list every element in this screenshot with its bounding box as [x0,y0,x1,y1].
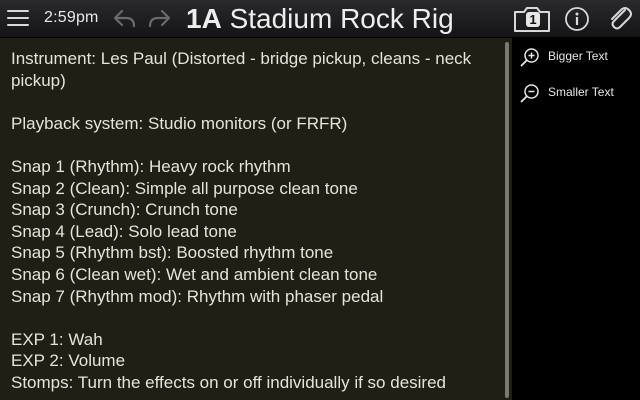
notes-line: Snap 7 (Rhythm mod): Rhythm with phaser … [11,286,384,306]
info-button[interactable] [564,6,590,32]
notes-line [11,307,501,329]
hamburger-menu-icon-bar [7,17,29,19]
notes-panel[interactable]: Instrument: Les Paul (Distorted - bridge… [0,38,512,400]
snapshot-number: 1 [526,12,540,27]
menu-button[interactable] [5,6,31,30]
hamburger-menu-icon-bar [7,24,29,26]
app-window: 2:59pm 1A Stadium Rock Rig 1 Instrument:… [0,0,640,400]
notes-text: Instrument: Les Paul (Distorted - bridge… [11,48,501,394]
zoom-out-icon [520,84,539,103]
notes-line: Instrument: Les Paul (Distorted - bridge… [11,49,472,90]
notes-line: Snap 1 (Rhythm): Heavy rock rhythm [11,156,291,176]
notes-line [11,134,501,156]
info-icon [565,7,589,31]
top-bar: 2:59pm 1A Stadium Rock Rig 1 [0,0,640,38]
redo-button[interactable] [146,6,172,30]
notes-line: Playback system: Studio monitors (or FRF… [11,113,348,133]
notes-line: Snap 6 (Clean wet): Wet and ambient clea… [11,264,378,284]
side-panel: Bigger Text Smaller Text [512,38,640,400]
zoom-in-icon [520,48,539,67]
notes-line: Snap 4 (Lead): Solo lead tone [11,221,237,241]
notes-line: EXP 2: Volume [11,351,126,371]
notes-scrollbar[interactable] [505,42,509,398]
smaller-text-button[interactable]: Smaller Text [520,80,636,106]
paperclip-icon [611,7,632,30]
undo-arrow-icon [113,9,136,28]
notes-line: Snap 3 (Crunch): Crunch tone [11,200,238,220]
undo-button[interactable] [112,6,138,30]
bigger-text-label: Bigger Text [548,49,608,63]
smaller-text-label: Smaller Text [548,85,614,99]
notes-line: Stomps: Turn the effects on or off indiv… [11,372,446,392]
hamburger-menu-icon [7,10,29,12]
redo-arrow-icon [148,9,171,28]
notes-line: EXP 1: Wah [11,329,103,349]
preset-name: Stadium Rock Rig [229,3,454,34]
preset-title[interactable]: 1A Stadium Rock Rig [186,2,454,36]
clock: 2:59pm [44,9,99,26]
notes-line [11,91,501,113]
preset-number: 1A [186,3,222,34]
snapshot-button[interactable]: 1 [512,4,552,34]
notes-line: Snap 2 (Clean): Simple all purpose clean… [11,178,358,198]
notes-line: Snap 5 (Rhythm bst): Boosted rhythm tone [11,243,334,263]
bigger-text-button[interactable]: Bigger Text [520,44,636,70]
attach-button[interactable] [606,4,634,34]
